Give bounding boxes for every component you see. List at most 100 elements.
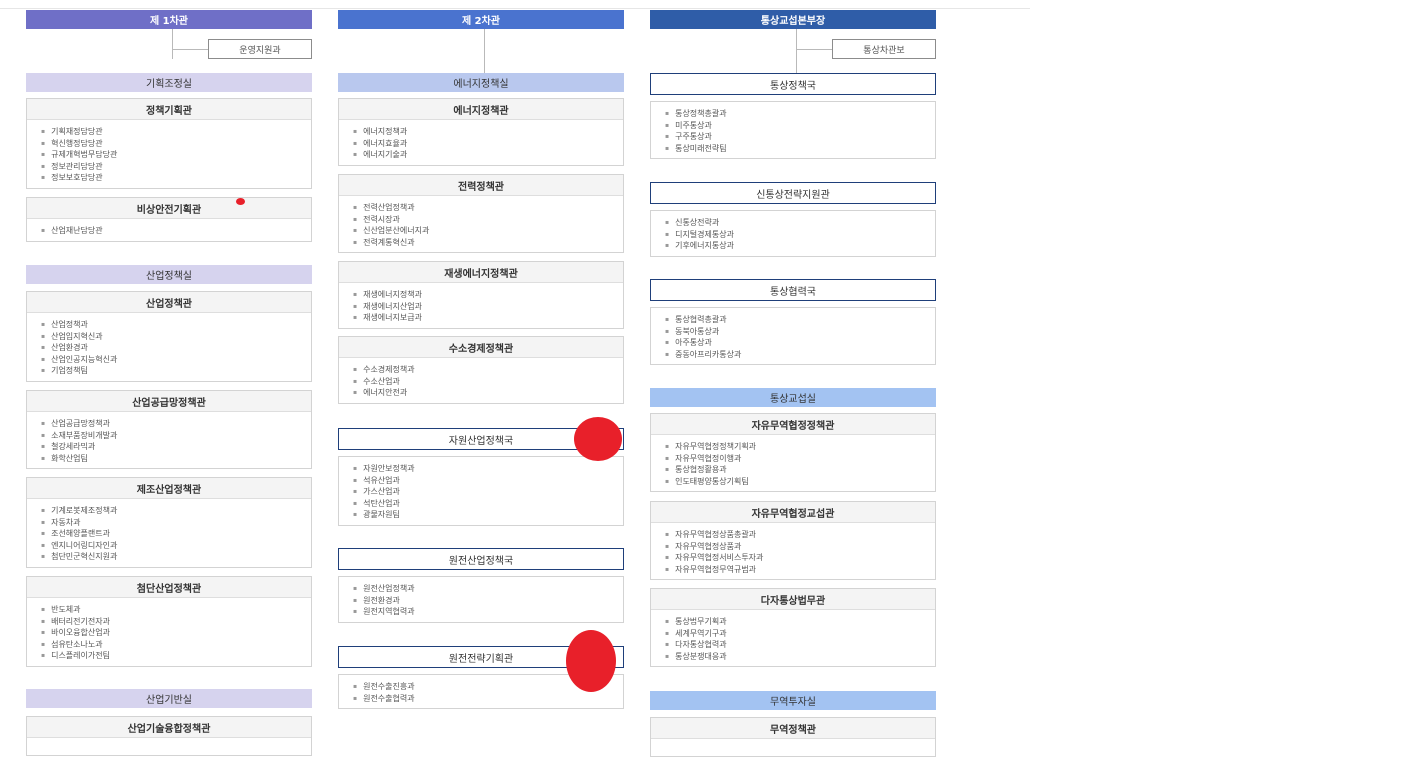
list-item[interactable]: 자유무역협정상품과 [665,541,935,553]
list-item[interactable]: 디지털경제통상과 [665,229,935,241]
list-item[interactable]: 산업공급망정책과 [41,418,311,430]
list-item[interactable]: 산업정책과 [41,319,311,331]
list-item[interactable]: 첨단민군혁신지원과 [41,551,311,563]
list-item[interactable]: 원전수출협력과 [353,693,623,705]
trade-deputy-box[interactable]: 통상차관보 [832,39,936,59]
list-item[interactable]: 조선해양플랜트과 [41,528,311,540]
list-item[interactable]: 반도체과 [41,604,311,616]
card-title[interactable]: 재생에너지정책관 [339,262,623,283]
list-item[interactable]: 산업재난담당관 [41,225,311,237]
list-item[interactable]: 규제개혁법무담당관 [41,149,311,161]
list-item[interactable]: 전력산업정책과 [353,202,623,214]
support-division-box[interactable]: 운영지원과 [208,39,312,59]
list-item[interactable]: 디스플레이가전팀 [41,650,311,662]
card-title[interactable]: 수소경제정책관 [339,337,623,358]
list-item[interactable]: 자유무역협정상품총괄과 [665,529,935,541]
list-item[interactable]: 엔지니어링디자인과 [41,540,311,552]
list-item[interactable]: 재생에너지정책과 [353,289,623,301]
list-item[interactable]: 원전산업정책과 [353,583,623,595]
list-item[interactable]: 자유무역협정정책기획과 [665,441,935,453]
list-item[interactable]: 기획재정담당관 [41,126,311,138]
list-item[interactable]: 인도태평양통상기획팀 [665,476,935,488]
list-item[interactable]: 재생에너지보급과 [353,312,623,324]
list-item[interactable]: 에너지안전과 [353,387,623,399]
list-item[interactable]: 중동아프리카통상과 [665,349,935,361]
list-item[interactable]: 광물자원팀 [353,509,623,521]
list-item[interactable]: 바이오융합산업과 [41,627,311,639]
card-title[interactable]: 다자통상법무관 [651,589,935,610]
list-item[interactable]: 정보관리담당관 [41,161,311,173]
list-item[interactable]: 다자통상협력과 [665,639,935,651]
list-item[interactable]: 세계무역기구과 [665,628,935,640]
list-item[interactable]: 기업정책팀 [41,365,311,377]
card-title[interactable]: 산업공급망정책관 [27,391,311,412]
list-item[interactable]: 가스산업과 [353,486,623,498]
card-title[interactable]: 산업기술융합정책관 [27,717,311,738]
list-item[interactable]: 석탄산업과 [353,498,623,510]
list-item[interactable]: 기계로봇제조정책과 [41,505,311,517]
list-item[interactable]: 섬유탄소나노과 [41,639,311,651]
list-item[interactable]: 자유무역협정무역규범과 [665,564,935,576]
bureau-new-trade-strategy[interactable]: 신통상전략지원관 [650,182,936,204]
list-item[interactable]: 에너지기술과 [353,149,623,161]
list-item[interactable]: 재생에너지산업과 [353,301,623,313]
card-title[interactable]: 에너지정책관 [339,99,623,120]
office-energy-policy[interactable]: 에너지정책실 [338,73,624,92]
list-item[interactable]: 아주통상과 [665,337,935,349]
card-title[interactable]: 산업정책관 [27,292,311,313]
card-title[interactable]: 정책기획관 [27,99,311,120]
list-item[interactable]: 자동차과 [41,517,311,529]
card-title[interactable]: 무역정책관 [651,718,935,739]
list-item[interactable]: 원전환경과 [353,595,623,607]
list-item[interactable]: 산업인공지능혁신과 [41,354,311,366]
list-item[interactable]: 통상분쟁대응과 [665,651,935,663]
list-item[interactable]: 전력계통혁신과 [353,237,623,249]
bureau-trade-cooperation[interactable]: 통상협력국 [650,279,936,301]
list-item[interactable]: 전력시장과 [353,214,623,226]
list-item[interactable]: 통상미래전략팀 [665,143,935,155]
list-item[interactable]: 구주통상과 [665,131,935,143]
list-item[interactable]: 석유산업과 [353,475,623,487]
list-item[interactable]: 철강세라믹과 [41,441,311,453]
list-item[interactable]: 화학산업팀 [41,453,311,465]
office-industrial-base[interactable]: 산업기반실 [26,689,312,708]
list-item[interactable]: 자유무역협정서비스투자과 [665,552,935,564]
second-vice-minister-head[interactable]: 제 2차관 [338,10,624,29]
list-item[interactable]: 통상협정활용과 [665,464,935,476]
list-item[interactable]: 원전지역협력과 [353,606,623,618]
list-item[interactable]: 산업환경과 [41,342,311,354]
bureau-nuclear-industry[interactable]: 원전산업정책국 [338,548,624,570]
bureau-trade-policy[interactable]: 통상정책국 [650,73,936,95]
list-item[interactable]: 신산업분산에너지과 [353,225,623,237]
list-item[interactable]: 기후에너지통상과 [665,240,935,252]
card-title[interactable]: 첨단산업정책관 [27,577,311,598]
card-title[interactable]: 제조산업정책관 [27,478,311,499]
list-item[interactable]: 에너지정책과 [353,126,623,138]
list-item[interactable]: 신통상전략과 [665,217,935,229]
card-title[interactable]: 자유무역협정정책관 [651,414,935,435]
trade-minister-head[interactable]: 통상교섭본부장 [650,10,936,29]
list-item[interactable]: 수소경제정책과 [353,364,623,376]
card-title[interactable]: 비상안전기획관 [27,198,311,219]
list-item[interactable]: 통상법무기획과 [665,616,935,628]
office-trade-investment[interactable]: 무역투자실 [650,691,936,710]
list-item[interactable]: 소재부품장비개발과 [41,430,311,442]
list-item[interactable]: 통상정책총괄과 [665,108,935,120]
first-vice-minister-head[interactable]: 제 1차관 [26,10,312,29]
list-item[interactable]: 미주통상과 [665,120,935,132]
office-industrial-policy[interactable]: 산업정책실 [26,265,312,284]
list-item[interactable]: 혁신행정담당관 [41,138,311,150]
list-item[interactable]: 정보보호담당관 [41,172,311,184]
office-trade-negotiation[interactable]: 통상교섭실 [650,388,936,407]
list-item[interactable]: 자원안보정책과 [353,463,623,475]
card-title[interactable]: 전력정책관 [339,175,623,196]
list-item[interactable]: 자유무역협정이행과 [665,453,935,465]
list-item[interactable]: 배터리전기전자과 [41,616,311,628]
list-item[interactable]: 통상협력총괄과 [665,314,935,326]
office-planning-coordination[interactable]: 기획조정실 [26,73,312,92]
list-item[interactable]: 에너지효율과 [353,138,623,150]
list-item[interactable]: 수소산업과 [353,376,623,388]
list-item[interactable]: 동북아통상과 [665,326,935,338]
list-item[interactable]: 산업입지혁신과 [41,331,311,343]
card-title[interactable]: 자유무역협정교섭관 [651,502,935,523]
